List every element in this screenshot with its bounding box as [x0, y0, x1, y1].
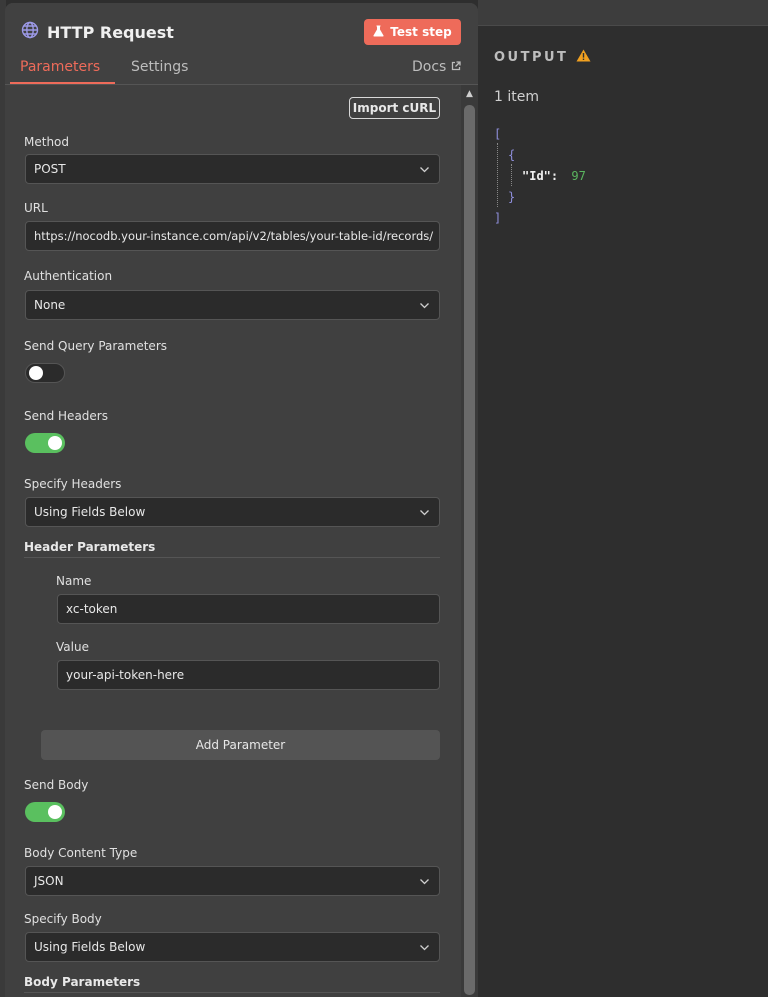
import-curl-button[interactable]: Import cURL: [349, 97, 440, 119]
url-label: URL: [24, 201, 48, 215]
node-title: HTTP Request: [47, 22, 174, 42]
title-row: HTTP Request: [21, 21, 174, 43]
panel-header: HTTP Request Test step Parameters Settin…: [5, 3, 478, 85]
json-open-object: {: [508, 148, 516, 162]
output-title: OUTPUT: [494, 50, 569, 65]
authentication-value: None: [34, 298, 66, 312]
external-link-icon: [451, 59, 461, 75]
chevron-down-icon: [420, 879, 429, 885]
json-value[interactable]: 97: [571, 169, 585, 183]
specify-headers-select[interactable]: Using Fields Below: [25, 497, 440, 527]
toggle-knob: [48, 805, 62, 819]
send-query-label: Send Query Parameters: [24, 339, 168, 353]
active-tab-underline: [10, 82, 115, 84]
header-parameters-divider: [24, 557, 440, 558]
scrollbar-thumb[interactable]: [464, 105, 475, 995]
json-indent-guide: [511, 164, 512, 186]
specify-body-value: Using Fields Below: [34, 940, 146, 954]
json-colon: :: [550, 169, 559, 183]
method-value: POST: [34, 162, 66, 176]
output-item-count: 1 item: [494, 89, 539, 105]
globe-icon: [21, 21, 39, 43]
scroll-up-icon[interactable]: ▲: [461, 87, 478, 101]
test-step-label: Test step: [390, 25, 452, 39]
authentication-select[interactable]: None: [25, 290, 440, 320]
specify-headers-label: Specify Headers: [24, 477, 122, 491]
url-value: https://nocodb.your-instance.com/api/v2/…: [34, 229, 434, 243]
json-key[interactable]: "Id": [522, 169, 551, 183]
flask-icon: [373, 25, 384, 40]
send-body-label: Send Body: [24, 778, 89, 792]
send-query-toggle[interactable]: [25, 363, 65, 383]
send-body-toggle[interactable]: [25, 802, 65, 822]
json-close-object: }: [508, 190, 516, 204]
body-content-type-value: JSON: [34, 874, 64, 888]
specify-body-select[interactable]: Using Fields Below: [25, 932, 440, 962]
json-close-array: ]: [494, 211, 502, 225]
header-name-label: Name: [56, 574, 92, 588]
node-parameters-panel: HTTP Request Test step Parameters Settin…: [5, 3, 478, 997]
header-parameters-heading: Header Parameters: [24, 540, 156, 554]
body-content-type-label: Body Content Type: [24, 846, 138, 860]
docs-label: Docs: [412, 59, 447, 75]
add-parameter-button[interactable]: Add Parameter: [41, 730, 440, 760]
header-name-value: xc-token: [66, 602, 118, 616]
panel-scrollbar[interactable]: ▲: [461, 85, 478, 997]
header-name-input[interactable]: xc-token: [57, 594, 440, 624]
header-value-label: Value: [56, 640, 89, 654]
specify-headers-value: Using Fields Below: [34, 505, 146, 519]
chevron-down-icon: [420, 167, 429, 173]
tab-settings[interactable]: Settings: [131, 59, 188, 75]
send-headers-toggle[interactable]: [25, 433, 65, 453]
docs-link[interactable]: Docs: [412, 59, 461, 75]
json-indent-guide: [497, 143, 498, 207]
chevron-down-icon: [420, 945, 429, 951]
test-step-button[interactable]: Test step: [364, 19, 461, 45]
body-parameters-heading: Body Parameters: [24, 975, 141, 989]
output-header: OUTPUT: [494, 49, 591, 66]
authentication-label: Authentication: [24, 269, 113, 283]
toggle-knob: [48, 436, 62, 450]
json-entry[interactable]: "Id": 97: [522, 166, 586, 187]
header-value-value: your-api-token-here: [66, 668, 185, 682]
chevron-down-icon: [420, 303, 429, 309]
body-content-type-select[interactable]: JSON: [25, 866, 440, 896]
method-select[interactable]: POST: [25, 154, 440, 184]
tab-parameters[interactable]: Parameters: [20, 59, 100, 75]
send-headers-label: Send Headers: [24, 409, 108, 423]
json-open-array: [: [494, 127, 502, 141]
chevron-down-icon: [420, 510, 429, 516]
header-value-input[interactable]: your-api-token-here: [57, 660, 440, 690]
canvas-top-strip: [478, 0, 768, 26]
warning-icon[interactable]: [576, 49, 591, 66]
method-label: Method: [24, 135, 70, 149]
url-input[interactable]: https://nocodb.your-instance.com/api/v2/…: [25, 221, 440, 251]
body-parameters-divider: [24, 992, 440, 993]
specify-body-label: Specify Body: [24, 912, 102, 926]
toggle-knob: [29, 366, 43, 380]
